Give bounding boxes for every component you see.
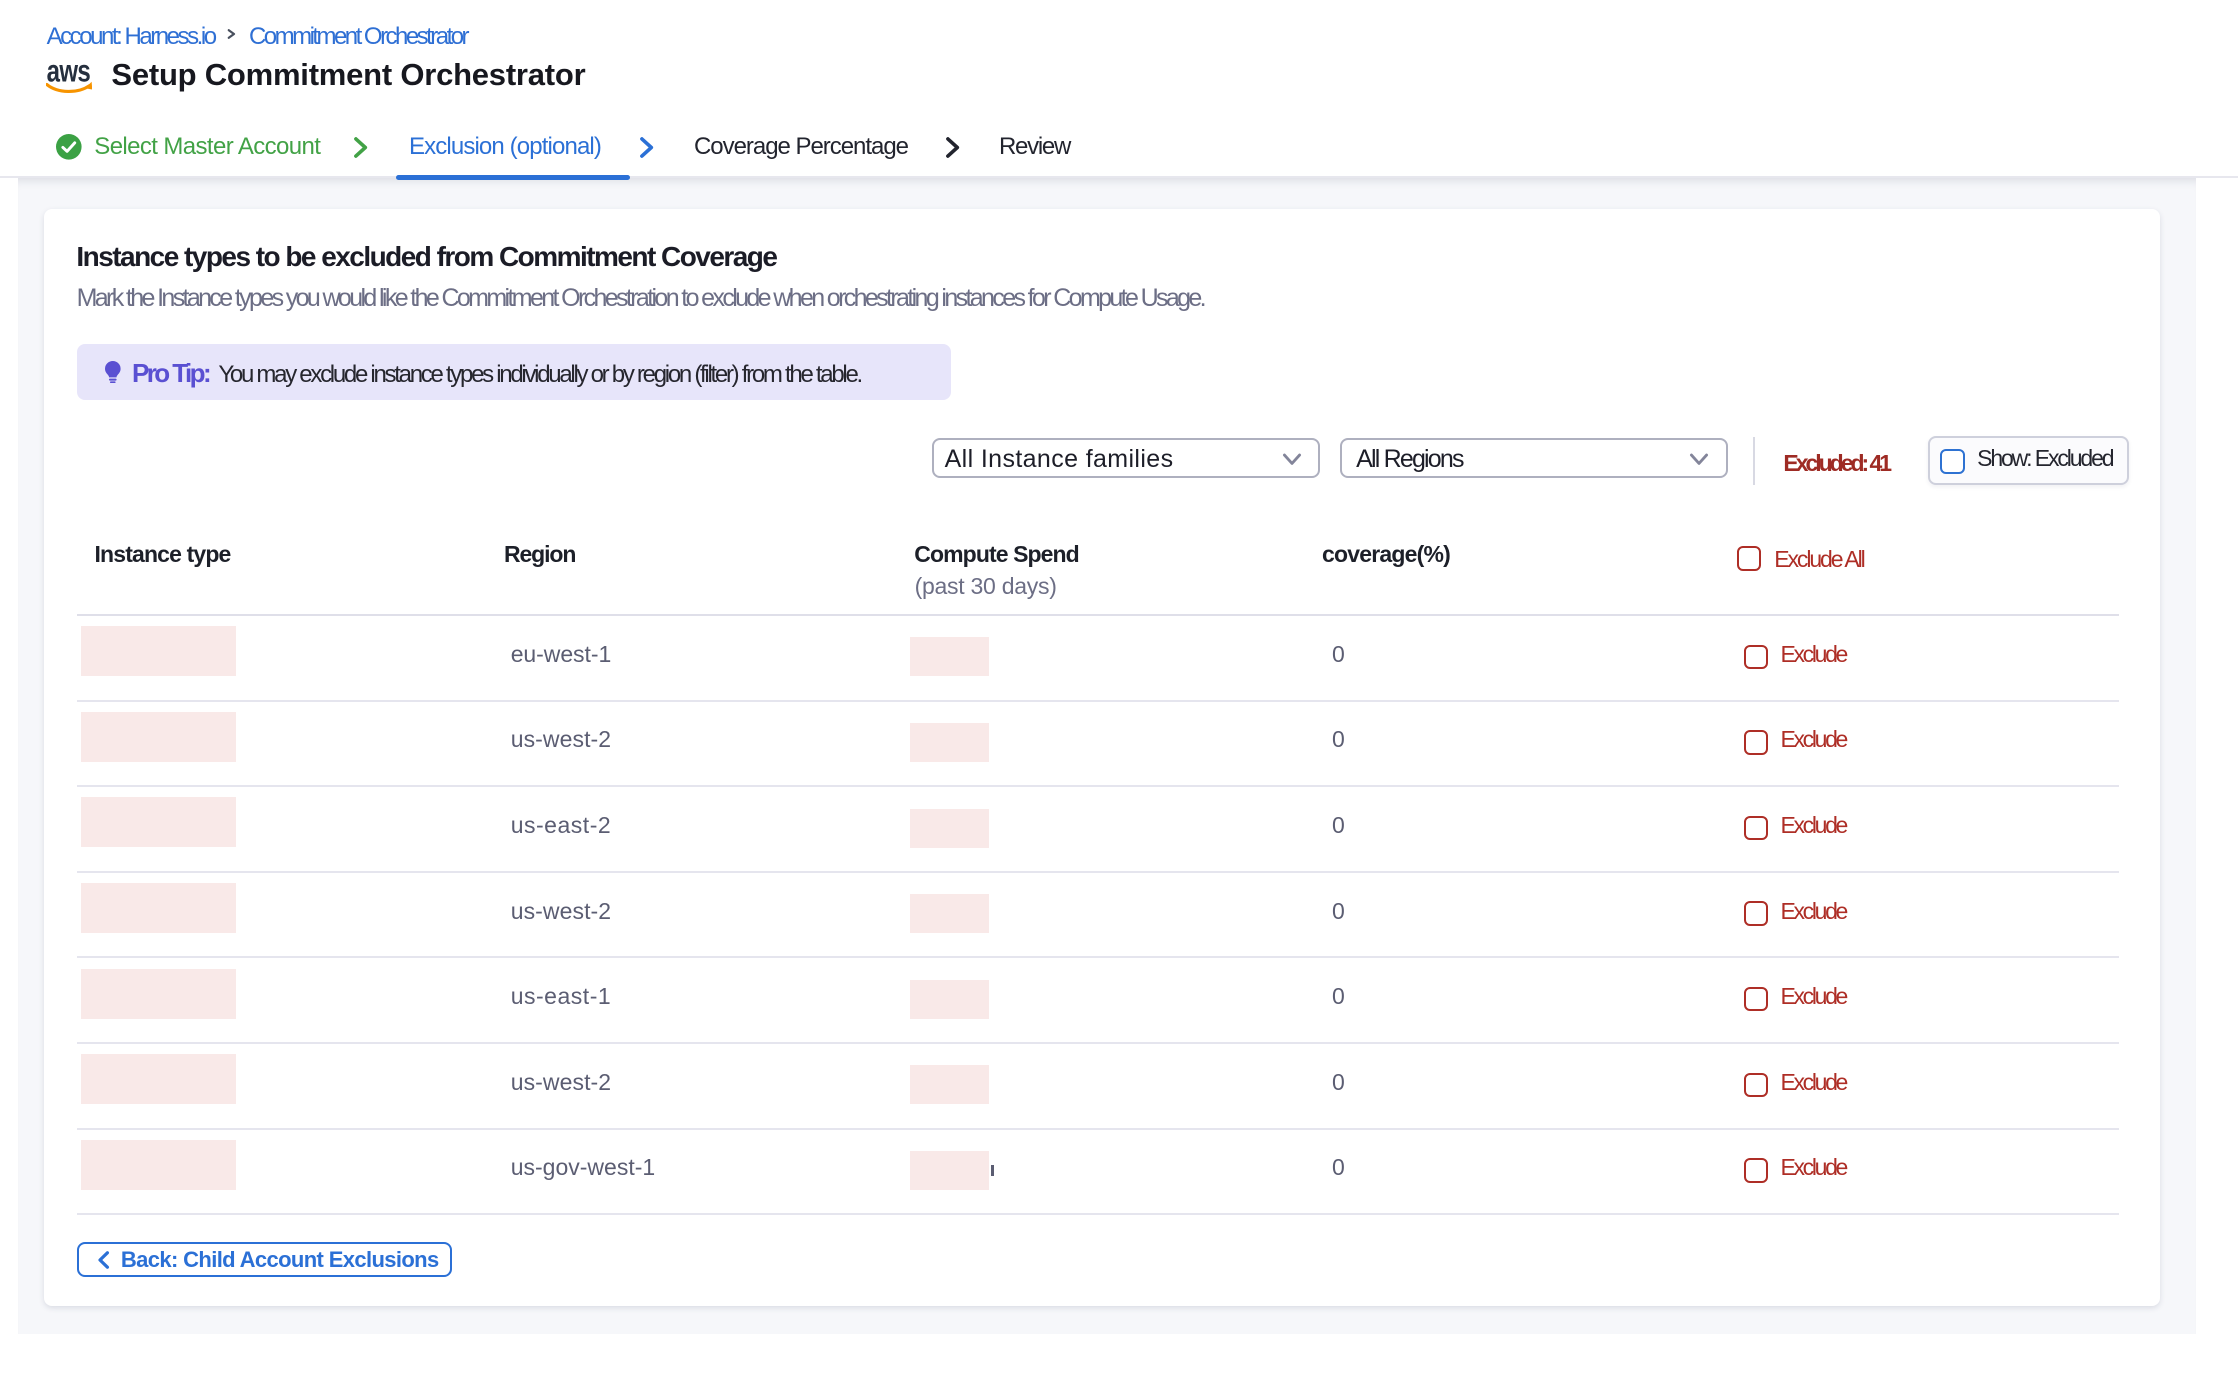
svg-text:aws: aws [47, 61, 91, 88]
